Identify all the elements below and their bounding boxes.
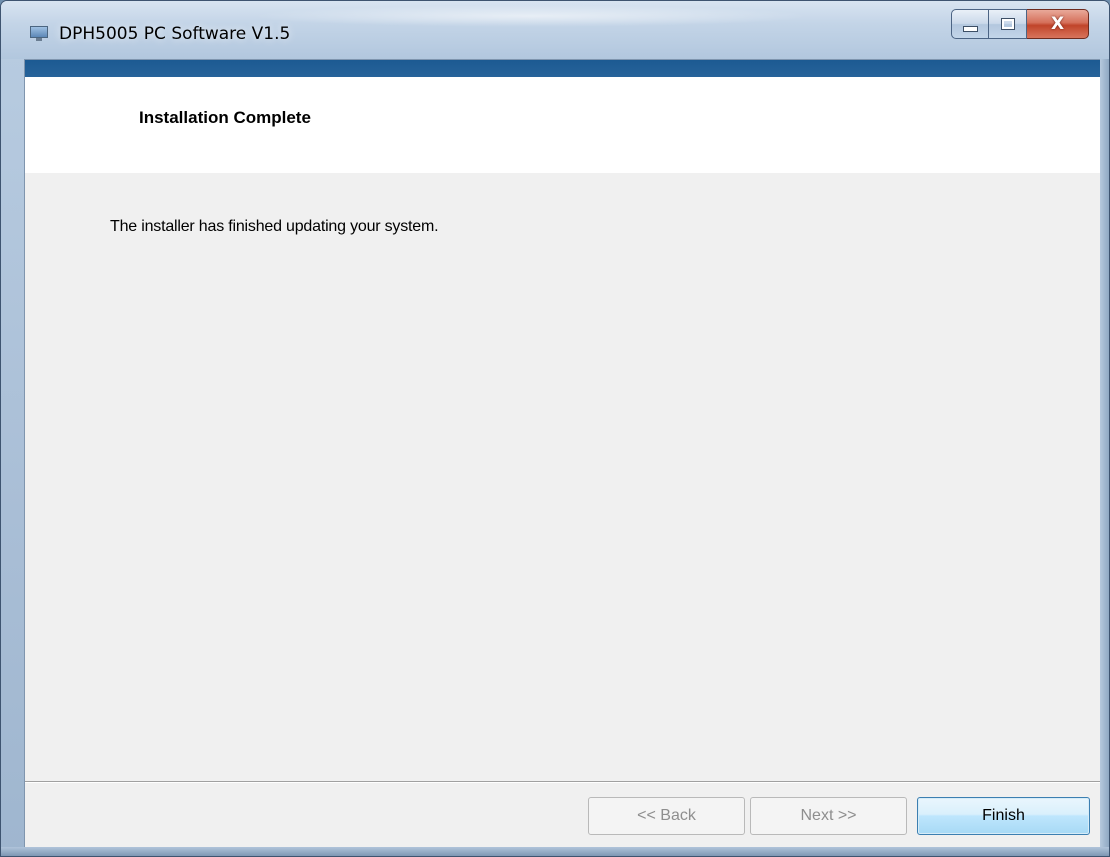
close-icon: X xyxy=(1050,14,1065,34)
client-area: Installation Complete The installer has … xyxy=(24,59,1101,849)
computer-icon[interactable] xyxy=(30,26,50,42)
window-right-border[interactable] xyxy=(1100,59,1109,856)
finish-button[interactable]: Finish xyxy=(917,797,1090,835)
minimize-button[interactable] xyxy=(951,9,989,39)
header-panel: Installation Complete xyxy=(25,77,1100,173)
accent-bar xyxy=(25,60,1100,77)
title-bar[interactable]: DPH5005 PC Software V1.5 X xyxy=(1,1,1109,59)
minimize-icon xyxy=(962,26,978,32)
maximize-button[interactable] xyxy=(989,9,1027,39)
footer-separator xyxy=(25,781,1100,783)
page-title: Installation Complete xyxy=(139,108,311,127)
installer-window: DPH5005 PC Software V1.5 X Installation … xyxy=(0,0,1110,857)
back-button[interactable]: << Back xyxy=(588,797,745,835)
caption-buttons: X xyxy=(951,9,1089,39)
completion-message: The installer has finished updating your… xyxy=(110,218,439,235)
close-button[interactable]: X xyxy=(1027,9,1089,39)
window-bottom-border[interactable] xyxy=(1,847,1109,856)
window-title: DPH5005 PC Software V1.5 xyxy=(59,24,291,44)
maximize-icon xyxy=(1000,18,1015,30)
next-button[interactable]: Next >> xyxy=(750,797,907,835)
